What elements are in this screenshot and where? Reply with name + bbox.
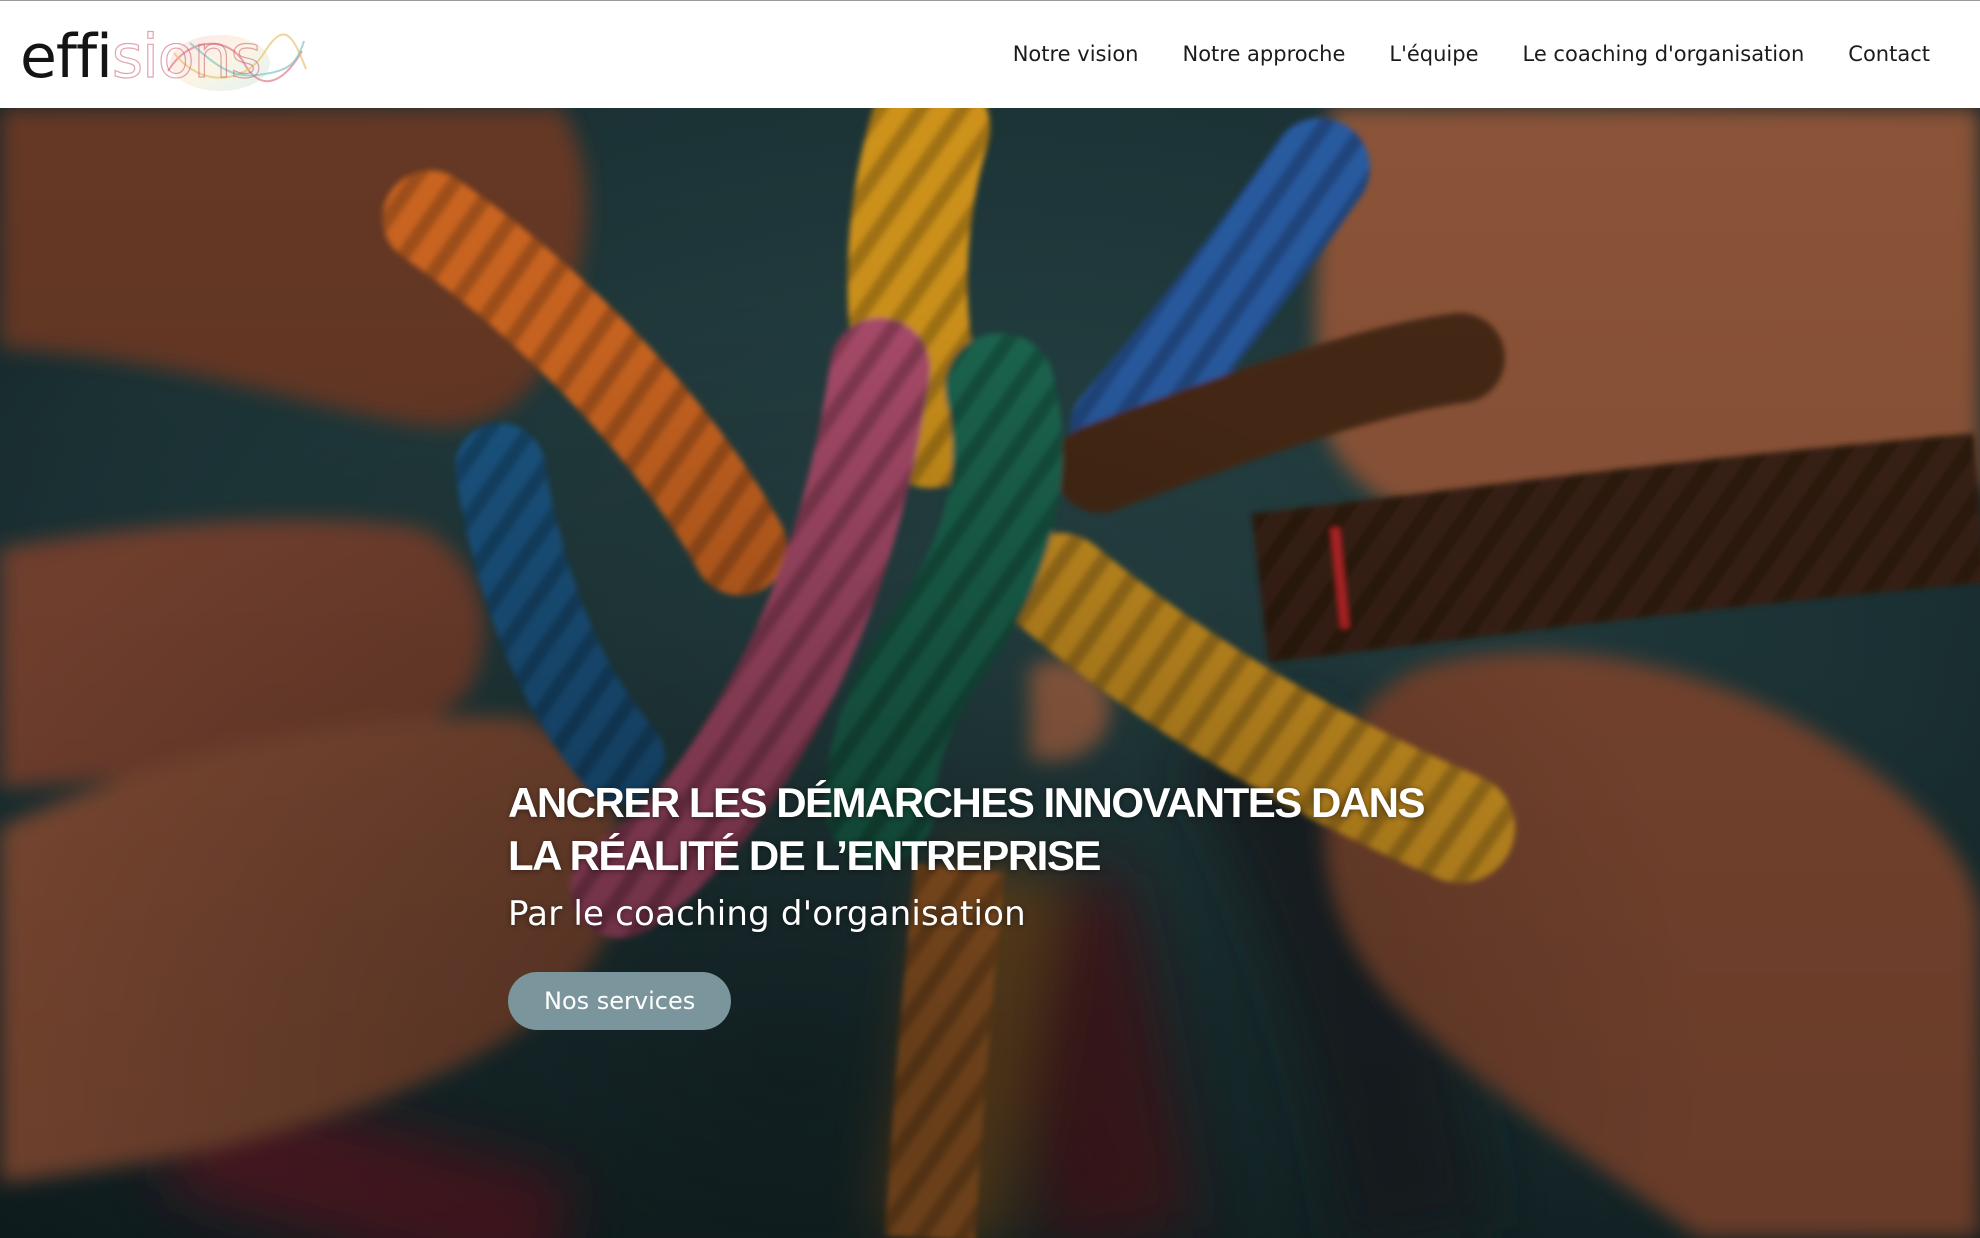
nav-item-notre-vision[interactable]: Notre vision [1013, 42, 1139, 66]
logo-text-dark: effi [20, 22, 113, 92]
site-header: effi sions Notre vision Notre approche L… [0, 0, 1980, 108]
hero-content: ANCRER LES DÉMARCHES INNOVANTES DANS LA … [508, 776, 1488, 1030]
hero-title-line-2: LA RÉALITÉ DE L’ENTREPRISE [508, 832, 1101, 879]
nav-item-equipe[interactable]: L'équipe [1389, 42, 1478, 66]
logo-text-colored: sions [111, 22, 262, 92]
nav-item-contact[interactable]: Contact [1848, 42, 1930, 66]
nav-item-notre-approche[interactable]: Notre approche [1182, 42, 1345, 66]
nos-services-button[interactable]: Nos services [508, 972, 732, 1030]
page: effi sions Notre vision Notre approche L… [0, 0, 1980, 1238]
nav-item-coaching-organisation[interactable]: Le coaching d'organisation [1523, 42, 1805, 66]
hero-title: ANCRER LES DÉMARCHES INNOVANTES DANS LA … [508, 776, 1488, 882]
main-nav: Notre vision Notre approche L'équipe Le … [1013, 1, 1930, 107]
site-logo[interactable]: effi sions [20, 17, 307, 97]
hero-title-line-1: ANCRER LES DÉMARCHES INNOVANTES DANS [508, 779, 1425, 826]
hero-section: ANCRER LES DÉMARCHES INNOVANTES DANS LA … [0, 108, 1980, 1238]
hero-subtitle: Par le coaching d'organisation [508, 894, 1026, 934]
hero-overlay [0, 108, 1980, 1238]
